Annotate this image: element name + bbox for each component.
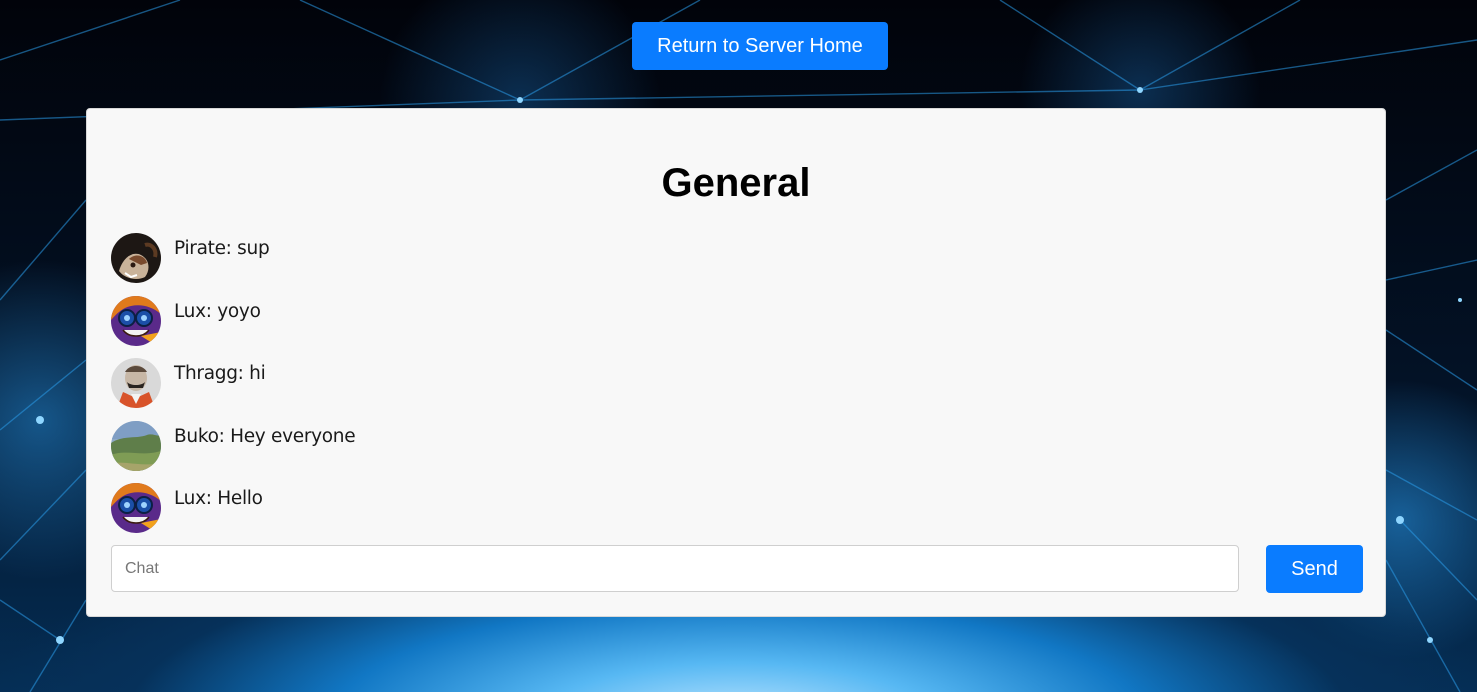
message-text: Thragg: hi: [174, 363, 266, 384]
return-to-server-home-button[interactable]: Return to Server Home: [632, 22, 888, 70]
message-list: Pirate: sup Lux: yoyo Thragg: hi Buko: H…: [111, 233, 356, 546]
message-text: Lux: yoyo: [174, 300, 261, 322]
lux-avatar: [111, 295, 161, 346]
send-button[interactable]: Send: [1266, 545, 1363, 593]
message-item: Pirate: sup: [111, 233, 355, 283]
pirate-avatar: [111, 233, 161, 283]
message-item: Lux: yoyo: [111, 295, 355, 346]
channel-title: General: [661, 161, 811, 205]
buko-avatar: [111, 420, 161, 471]
lux-avatar: [111, 483, 161, 533]
message-text: Pirate: sup: [174, 238, 270, 259]
message-text: Buko: Hey everyone: [174, 425, 356, 447]
chat-input[interactable]: [111, 545, 1239, 592]
message-item: Thragg: hi: [111, 358, 355, 408]
message-text: Lux: Hello: [174, 488, 263, 509]
chat-panel: General Pirate: sup Lux: yoyo Thragg: hi…: [86, 108, 1386, 617]
thragg-avatar: [111, 358, 161, 408]
message-item: Lux: Hello: [111, 483, 355, 533]
message-item: Buko: Hey everyone: [111, 420, 356, 471]
